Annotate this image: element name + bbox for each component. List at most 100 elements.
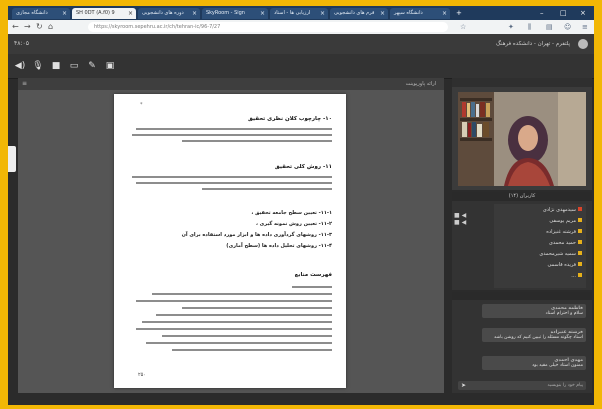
document-page: * ۱۰- چارچوب کلان نظری تحقیق ۱۱- روش کلی… xyxy=(114,94,346,388)
browser-tab-active[interactable]: SH 0DT (A.f0) 9 × xyxy=(72,8,136,19)
new-tab-icon[interactable]: + xyxy=(456,6,462,20)
user-item[interactable]: فرشته غنیزاده xyxy=(546,229,582,235)
users-panel-label: کاربران (۱۴) xyxy=(452,192,592,201)
bullet-item: ۱۱-۲- تعیین روش نمونه گیری ، xyxy=(256,221,332,227)
browser-tab[interactable]: فرم های دانشجویی × xyxy=(330,8,388,19)
video-panel xyxy=(452,78,592,190)
back-icon[interactable]: ← xyxy=(12,21,19,33)
text-line xyxy=(132,176,332,178)
screen-share-icon[interactable]: ▭ xyxy=(68,60,80,72)
maximize-icon[interactable]: □ xyxy=(560,6,567,20)
chat-panel: فاطمه محمدی سلام و احترام استاد فرشته غن… xyxy=(452,292,592,393)
browser-tab[interactable]: دانشگاه مجازی × xyxy=(12,8,70,19)
chat-bar xyxy=(452,292,592,300)
speaker-icon[interactable]: ◀) xyxy=(14,60,26,72)
user-status-icon xyxy=(578,218,582,222)
send-icon[interactable]: ➤ xyxy=(461,381,466,390)
user-name: سمیه شیرمحمدی xyxy=(539,251,576,257)
chat-message: فرشته غنیزاده استاد چگونه مسئله را تبیین… xyxy=(482,328,586,342)
document-panel-label: ارائه پاورپوینت xyxy=(405,81,436,87)
heading-method: ۱۱- روش کلی تحقیق xyxy=(274,164,332,170)
panel-menu-icon[interactable]: ≡ xyxy=(22,78,27,90)
text-line xyxy=(146,342,332,344)
library-icon[interactable]: ⫼ xyxy=(528,21,531,33)
tab-label: SkyRoom - Sign xyxy=(206,10,245,16)
app-header: ۴۸:۰۵ پلتفرم - تهران - دانشکده فرهنگ xyxy=(8,34,594,55)
document-bar: ≡ ارائه پاورپوینت xyxy=(18,78,444,90)
chat-input[interactable]: پیام خود را بنویسید ➤ xyxy=(458,381,586,390)
user-camera-icon[interactable]: ■ ◀ xyxy=(454,212,466,219)
whiteboard-icon[interactable]: ▣ xyxy=(104,60,116,72)
user-name: مریم یوسفی xyxy=(549,218,576,224)
user-mic-icon[interactable]: ■ ◀ xyxy=(454,219,466,226)
tab-label: ارزیابی ها - استاد xyxy=(274,10,311,16)
bullet-item: ۱۱-۳- روشهای گردآوری داده ها و ابزار مور… xyxy=(181,232,332,238)
chat-text: سلام و احترام استاد xyxy=(545,311,583,316)
text-line xyxy=(136,328,332,330)
browser-tab[interactable]: دانشگاه سپهر × xyxy=(390,8,450,19)
user-item[interactable]: سمیه شیرمحمدی xyxy=(539,251,582,257)
chat-message: فاطمه محمدی سلام و احترام استاد xyxy=(482,304,586,318)
user-item[interactable]: حمید محمدی xyxy=(549,240,582,246)
tab-label: دانشگاه سپهر xyxy=(394,10,423,16)
chat-input-placeholder: پیام خود را بنویسید xyxy=(547,383,583,388)
reload-icon[interactable]: ↻ xyxy=(36,21,43,33)
session-timer: ۴۸:۰۵ xyxy=(14,40,29,47)
account-icon[interactable]: ☺ xyxy=(564,21,571,33)
close-window-icon[interactable]: × xyxy=(580,6,586,20)
pen-icon[interactable]: ✎ xyxy=(86,60,98,72)
toolbar: ◀) 🎙 ■ ▭ ✎ ▣ xyxy=(8,54,594,79)
tab-label: SH 0DT (A.f0) 9 xyxy=(76,10,115,16)
text-line xyxy=(142,321,332,323)
home-icon[interactable]: ⌂ xyxy=(48,21,53,33)
bullet-item: ۱۱-۱- تعیین سطح جامعه تحقیق ، xyxy=(251,210,332,216)
side-panel-toggle[interactable] xyxy=(8,146,16,172)
user-item[interactable]: ... xyxy=(571,273,582,279)
text-line xyxy=(156,314,332,316)
camera-icon[interactable]: ■ xyxy=(50,60,62,72)
user-item[interactable]: مریم یوسفی xyxy=(549,218,582,224)
app-title: پلتفرم - تهران - دانشکده فرهنگ xyxy=(496,41,570,47)
sidebar-icon[interactable]: ▤ xyxy=(546,21,553,33)
microphone-icon[interactable]: 🎙 xyxy=(32,60,44,72)
presenter-video xyxy=(458,92,586,186)
user-name: حمید محمدی xyxy=(548,240,576,246)
user-item[interactable]: سیدمهدی نژادی xyxy=(543,207,582,213)
tab-label: دانشگاه مجازی xyxy=(16,10,48,16)
user-status-icon xyxy=(578,229,582,233)
tab-label: دوره های دانشجویی xyxy=(142,10,184,16)
user-status-icon xyxy=(578,273,582,277)
user-status-icon xyxy=(578,240,582,244)
user-name: فریده قاسمی xyxy=(547,262,576,268)
user-status-icon xyxy=(578,262,582,266)
menu-icon[interactable]: ≡ xyxy=(582,21,588,33)
minimize-icon[interactable]: – xyxy=(540,6,544,20)
text-line xyxy=(172,349,332,351)
browser-tab[interactable]: دوره های دانشجویی × xyxy=(138,8,200,19)
document-panel: ≡ ارائه پاورپوینت * ۱۰- چارچوب کلان نظری… xyxy=(18,78,444,393)
text-line xyxy=(152,293,332,295)
page-mark: * xyxy=(140,102,143,108)
user-name: سیدمهدی نژادی xyxy=(542,207,576,213)
video-bar xyxy=(452,78,592,87)
user-name: ... xyxy=(571,273,576,279)
text-line xyxy=(132,134,332,136)
bottom-bar xyxy=(8,395,594,405)
browser-tab[interactable]: ارزیابی ها - استاد × xyxy=(270,8,328,19)
text-line xyxy=(182,140,332,142)
bullet-item: ۱۱-۴- روشهای تحلیل داده ها (سطح آماری) xyxy=(226,243,332,249)
star-icon[interactable]: ☆ xyxy=(460,21,466,33)
text-line xyxy=(292,286,332,288)
user-status-icon xyxy=(578,207,582,211)
user-item[interactable]: فریده قاسمی xyxy=(547,262,582,268)
url-input[interactable]: https://skyroom.sepehru.ac.ir/ch/tehran-… xyxy=(88,22,448,32)
text-line xyxy=(202,188,332,190)
text-line xyxy=(136,128,332,130)
extensions-icon[interactable]: ✦ xyxy=(508,21,514,33)
address-bar: ← → ↻ ⌂ https://skyroom.sepehru.ac.ir/ch… xyxy=(8,20,594,34)
browser-tab[interactable]: SkyRoom - Sign × xyxy=(202,8,268,19)
text-line xyxy=(182,307,332,309)
chat-message: مهدی احمدی ممنون استاد خیلی مفید بود xyxy=(482,356,586,370)
forward-icon[interactable]: → xyxy=(24,21,31,33)
tab-bar: دانشگاه مجازی × SH 0DT (A.f0) 9 × دوره های… xyxy=(8,6,594,20)
